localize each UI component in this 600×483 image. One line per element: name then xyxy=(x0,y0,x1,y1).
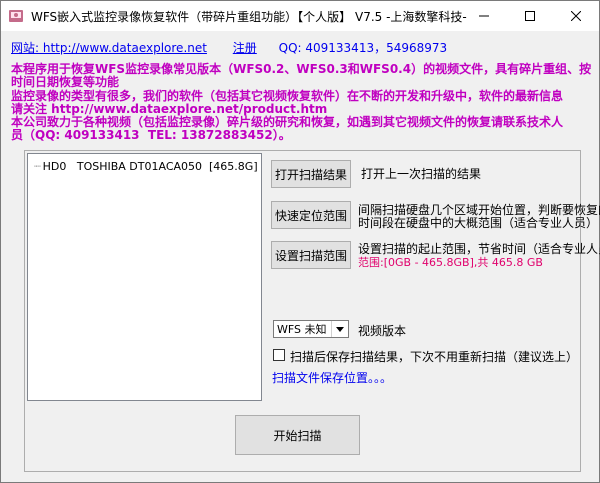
tree-connector: ┈ xyxy=(34,160,41,173)
maximize-button[interactable] xyxy=(507,1,553,31)
close-icon xyxy=(571,11,581,21)
window-title: WFS嵌入式监控录像恢复软件（带碎片重组功能）【个人版】 V7.5 -上海数擎科… xyxy=(31,10,467,24)
quick-locate-button[interactable]: 快速定位范围 xyxy=(271,201,351,229)
video-version-label: 视频版本 xyxy=(358,324,407,338)
open-scan-description: 打开上一次扫描的结果 xyxy=(361,167,482,181)
minimize-button[interactable] xyxy=(461,1,507,31)
chevron-down-icon xyxy=(331,321,348,337)
start-scan-button[interactable]: 开始扫描 xyxy=(235,415,360,455)
notice-line: 员（QQ: 409133413 TEL: 13872883452）。 xyxy=(11,128,291,143)
notice-line: 监控录像的类型有很多，我们的软件（包括其它视频恢复软件）在不断的开发和升级中，软… xyxy=(11,88,564,103)
website-link[interactable]: 网站: http://www.dataexplore.net xyxy=(11,41,207,55)
set-range-description: 设置扫描的起止范围，节省时间（适合专业人员） 范围:[0GB - 465.8GB… xyxy=(358,242,600,270)
notice-line: 时间日期恢复等功能 xyxy=(11,75,120,90)
wfs-version-value: WFS 未知 xyxy=(277,323,327,336)
save-scan-result-checkbox[interactable] xyxy=(273,349,285,361)
close-button[interactable] xyxy=(553,1,599,31)
quick-locate-desc-line: 时间段在硬盘中的大概范围（适合专业人员） xyxy=(358,216,599,230)
title-bar: WFS嵌入式监控录像恢复软件（带碎片重组功能）【个人版】 V7.5 -上海数擎科… xyxy=(1,1,599,31)
quick-locate-description: 间隔扫描硬盘几个区域开始位置，判断要恢复的 时间段在硬盘中的大概范围（适合专业人… xyxy=(358,204,600,230)
notice-text: 本程序用于恢复WFS监控录像常见版本（WFS0.2、WFS0.3和WFS0.4）… xyxy=(11,62,591,143)
register-link[interactable]: 注册 xyxy=(233,41,257,55)
qq-contact: QQ: 409133413，54968973 xyxy=(278,41,448,55)
open-scan-result-button[interactable]: 打开扫描结果 xyxy=(271,160,351,188)
maximize-icon xyxy=(525,11,535,21)
save-location-link[interactable]: 扫描文件保存位置。。。 xyxy=(272,369,392,386)
wfs-version-select[interactable]: WFS 未知 xyxy=(273,320,349,338)
range-value: 范围:[0GB - 465.8GB],共 465.8 GB xyxy=(358,256,543,269)
minimize-icon xyxy=(479,15,489,17)
disk-tree[interactable]: ┈ HD0 TOSHIBA DT01ACA050 [465.8G] xyxy=(27,153,262,401)
set-range-desc-line: 设置扫描的起止范围，节省时间（适合专业人员） xyxy=(358,242,600,256)
set-scan-range-button[interactable]: 设置扫描范围 xyxy=(271,241,351,269)
save-scan-result-label[interactable]: 扫描后保存扫描结果，下次不用重新扫描（建议选上） xyxy=(290,348,578,365)
tree-node-label: HD0 TOSHIBA DT01ACA050 [465.8G] xyxy=(42,160,258,173)
app-icon xyxy=(8,8,24,24)
app-window: WFS嵌入式监控录像恢复软件（带碎片重组功能）【个人版】 V7.5 -上海数擎科… xyxy=(0,0,600,483)
tree-node-hd0[interactable]: ┈ HD0 TOSHIBA DT01ACA050 [465.8G] xyxy=(34,160,258,173)
contact-row: 网站: http://www.dataexplore.net 注册 QQ: 40… xyxy=(11,39,447,56)
